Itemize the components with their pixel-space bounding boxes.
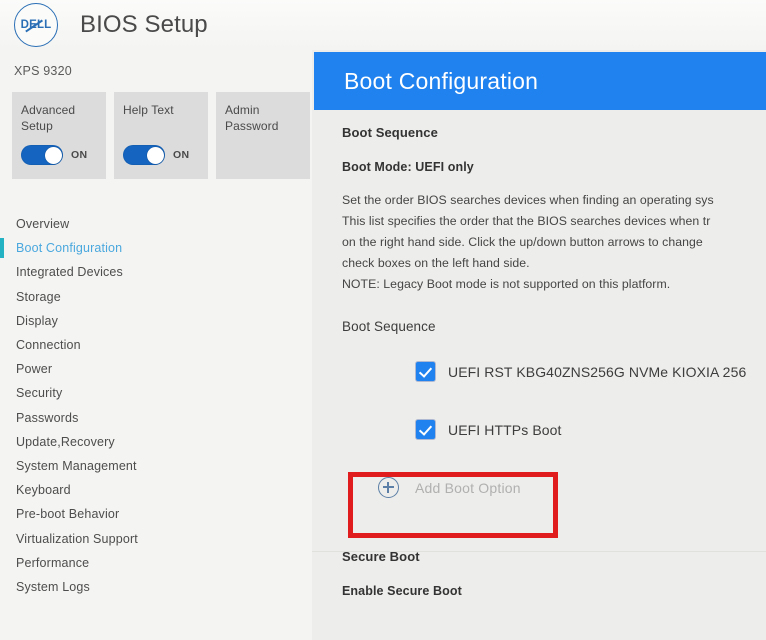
sidebar-item-security[interactable]: Security <box>0 381 312 405</box>
section-banner: Boot Configuration <box>314 52 766 110</box>
sidebar-item-update-recovery[interactable]: Update,Recovery <box>0 430 312 454</box>
system-model-label: XPS 9320 <box>14 64 72 78</box>
boot-configuration-content: Boot Sequence Boot Mode: UEFI only Set t… <box>312 110 766 598</box>
page-title: BIOS Setup <box>80 11 208 38</box>
boot-mode-value: Boot Mode: UEFI only <box>342 160 474 174</box>
section-divider <box>312 551 766 552</box>
sidebar-item-pre-boot-behavior[interactable]: Pre-boot Behavior <box>0 502 312 526</box>
sidebar-item-boot-configuration[interactable]: Boot Configuration <box>0 236 312 260</box>
boot-entry-checkbox[interactable] <box>416 420 435 439</box>
help-text-toggle-track[interactable] <box>123 145 165 165</box>
sidebar-item-passwords[interactable]: Passwords <box>0 406 312 430</box>
card-admin-password-title: Admin Password <box>225 103 279 133</box>
card-advanced-setup[interactable]: Advanced Setup ON <box>12 92 106 179</box>
label-boot-sequence-list: Boot Sequence <box>342 319 436 334</box>
advanced-setup-toggle-track[interactable] <box>21 145 63 165</box>
sidebar-item-label: Display <box>16 313 59 328</box>
sidebar: XPS 9320 Advanced Setup ON Help Text ON … <box>0 50 312 640</box>
description-line: on the right hand side. Click the up/dow… <box>342 235 703 249</box>
advanced-setup-toggle[interactable]: ON <box>21 145 87 165</box>
boot-entry-label: UEFI HTTPs Boot <box>448 421 562 438</box>
description-line: check boxes on the left hand side. <box>342 256 530 270</box>
sidebar-item-label: Connection <box>16 338 81 353</box>
sidebar-item-label: Passwords <box>16 410 79 425</box>
sidebar-item-label: Power <box>16 362 53 377</box>
sidebar-item-connection[interactable]: Connection <box>0 333 312 357</box>
description-line: Set the order BIOS searches devices when… <box>342 193 714 207</box>
sidebar-item-label: System Management <box>16 458 137 473</box>
sidebar-option-cards: Advanced Setup ON Help Text ON Admin Pas… <box>12 92 310 179</box>
sidebar-item-keyboard[interactable]: Keyboard <box>0 478 312 502</box>
sidebar-item-system-management[interactable]: System Management <box>0 454 312 478</box>
description-line: NOTE: Legacy Boot mode is not supported … <box>342 277 671 291</box>
help-text-toggle-label: ON <box>173 149 190 161</box>
sidebar-item-label: Boot Configuration <box>16 241 123 256</box>
description-line: This list specifies the order that the B… <box>342 214 711 228</box>
sidebar-item-label: Integrated Devices <box>16 265 123 280</box>
sidebar-nav: Overview Boot Configuration Integrated D… <box>0 212 312 599</box>
advanced-setup-toggle-knob <box>44 146 62 164</box>
boot-sequence-description: Set the order BIOS searches devices when… <box>342 190 766 295</box>
card-advanced-setup-title: Advanced Setup <box>21 103 76 133</box>
dell-logo-icon: DELL <box>14 3 58 47</box>
sidebar-item-label: Security <box>16 386 63 401</box>
sidebar-item-display[interactable]: Display <box>0 309 312 333</box>
add-boot-option-label: Add Boot Option <box>415 479 521 496</box>
boot-entry-row[interactable]: UEFI RST KBG40ZNS256G NVMe KIOXIA 256 <box>342 362 766 381</box>
boot-entry-label: UEFI RST KBG40ZNS256G NVMe KIOXIA 256 <box>448 363 747 380</box>
sidebar-item-label: Update,Recovery <box>16 434 115 449</box>
label-enable-secure-boot: Enable Secure Boot <box>342 584 462 598</box>
sidebar-item-overview[interactable]: Overview <box>0 212 312 236</box>
boot-entry-row[interactable]: UEFI HTTPs Boot <box>342 420 766 439</box>
add-boot-option-button[interactable]: Add Boot Option <box>342 477 766 498</box>
card-admin-password[interactable]: Admin Password <box>216 92 310 179</box>
advanced-setup-toggle-label: ON <box>71 149 88 161</box>
help-text-toggle[interactable]: ON <box>123 145 189 165</box>
card-help-text-title: Help Text <box>123 103 174 117</box>
sidebar-item-power[interactable]: Power <box>0 357 312 381</box>
help-text-toggle-knob <box>146 146 164 164</box>
sidebar-item-label: Keyboard <box>16 483 71 498</box>
sidebar-item-storage[interactable]: Storage <box>0 285 312 309</box>
card-help-text[interactable]: Help Text ON <box>114 92 208 179</box>
boot-entry-checkbox[interactable] <box>416 362 435 381</box>
heading-boot-sequence: Boot Sequence <box>342 125 438 140</box>
sidebar-item-label: Performance <box>16 555 90 570</box>
section-banner-title: Boot Configuration <box>344 67 539 94</box>
sidebar-item-label: Storage <box>16 289 61 304</box>
sidebar-item-performance[interactable]: Performance <box>0 551 312 575</box>
sidebar-item-label: Virtualization Support <box>16 531 138 546</box>
sidebar-item-integrated-devices[interactable]: Integrated Devices <box>0 260 312 284</box>
plus-circle-icon <box>378 477 399 498</box>
app-header: DELL BIOS Setup <box>0 0 766 50</box>
sidebar-item-virtualization-support[interactable]: Virtualization Support <box>0 526 312 550</box>
sidebar-item-system-logs[interactable]: System Logs <box>0 575 312 599</box>
sidebar-item-label: Pre-boot Behavior <box>16 507 120 522</box>
sidebar-item-label: System Logs <box>16 579 90 594</box>
sidebar-item-label: Overview <box>16 217 70 232</box>
